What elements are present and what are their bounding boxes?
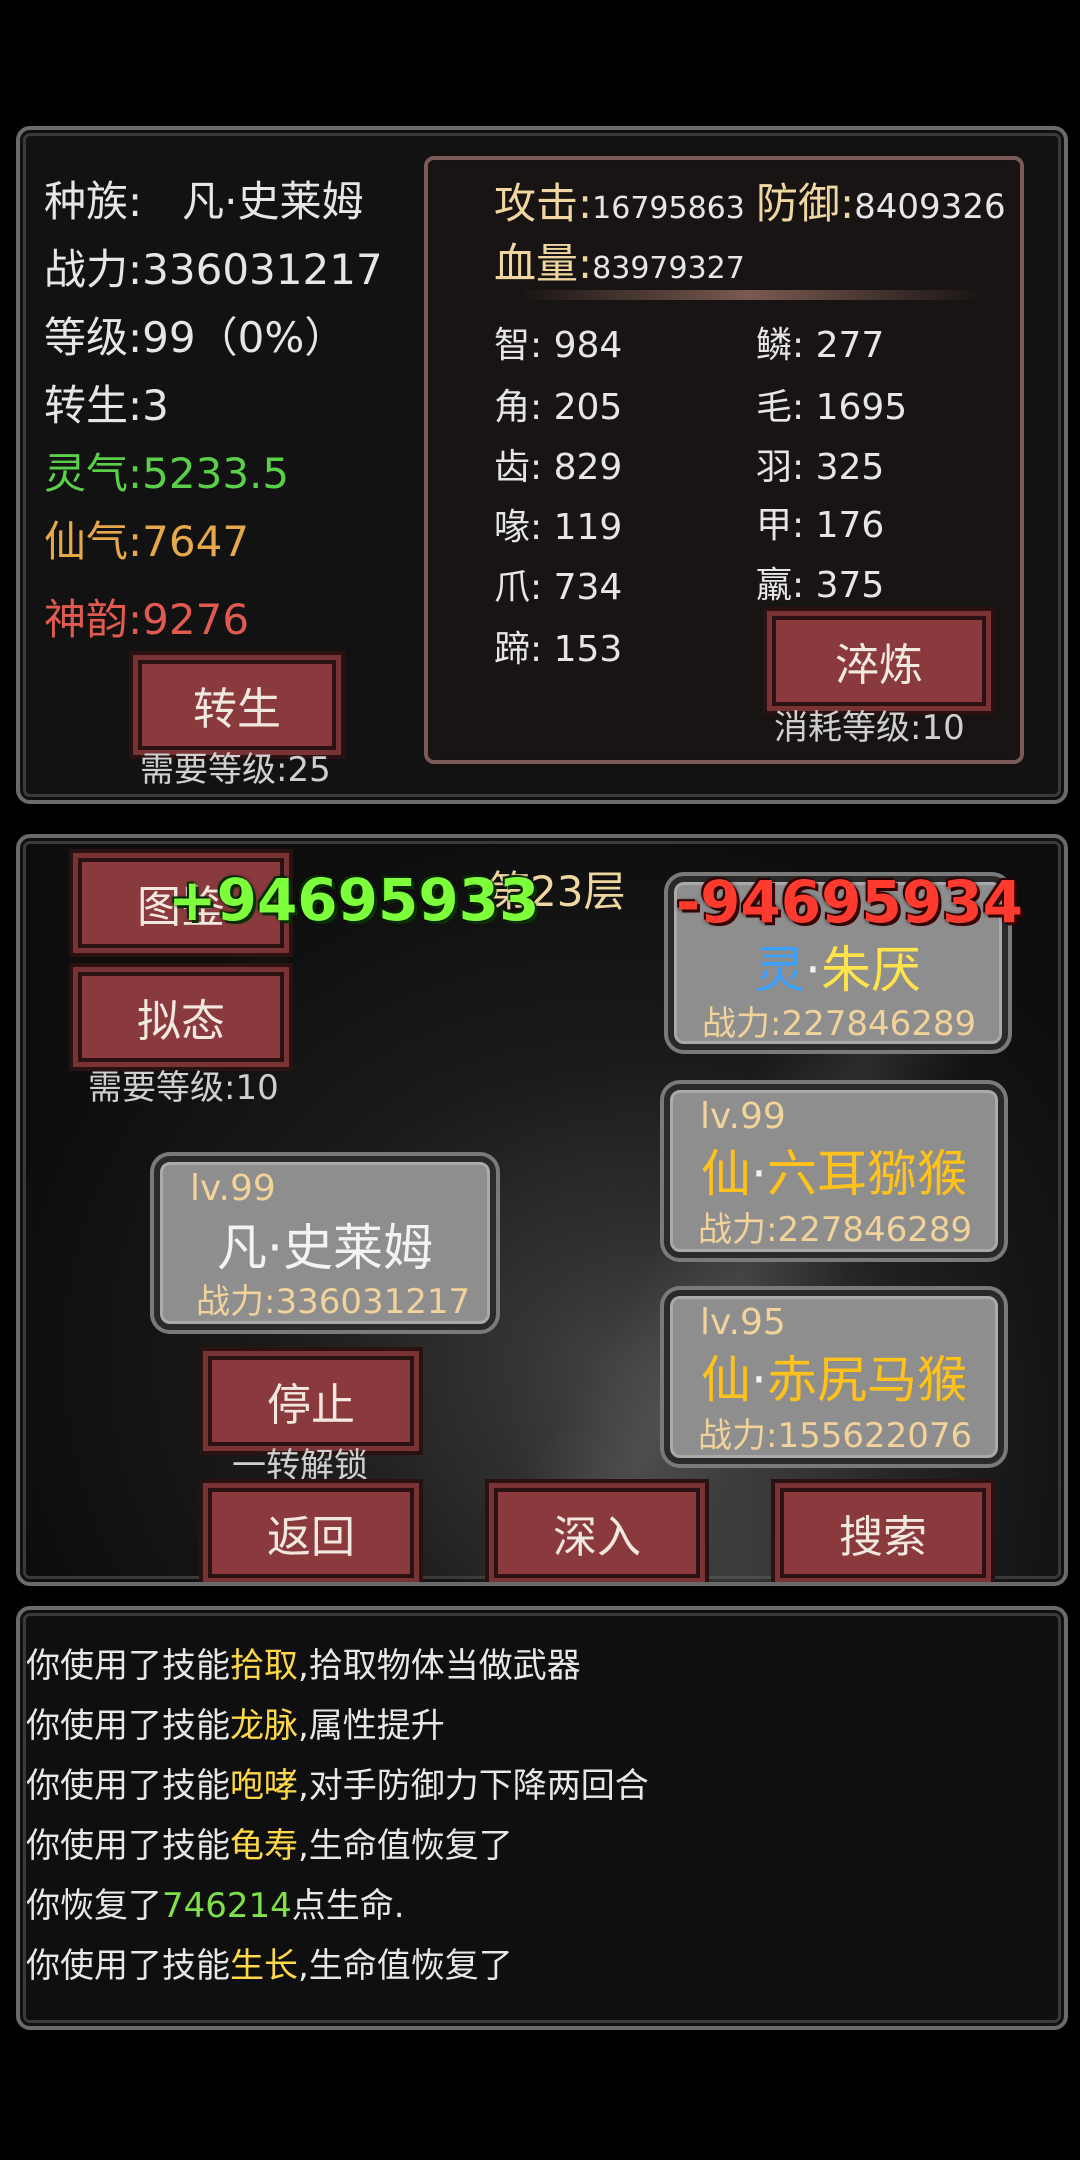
xianqi-stat: 仙气:7647 <box>44 517 250 566</box>
damage-floating-red: -94695934 <box>676 868 1023 936</box>
power-stat: 战力:336031217 <box>44 245 383 294</box>
rebirth-requirement: 需要等级:25 <box>140 750 331 790</box>
defense-value: 8409326 <box>854 187 1006 227</box>
enemy-power-3: 战力:155622076 <box>698 1416 973 1456</box>
log-line: 你使用了技能龙脉,属性提升 <box>26 1706 445 1746</box>
log-line: 你使用了技能生长,生命值恢复了 <box>26 1946 513 1986</box>
attack-stat: 攻击:16795863 <box>494 179 745 228</box>
attr-jiao: 角: 205 <box>494 387 623 428</box>
stop-button[interactable]: 停止 <box>203 1351 419 1451</box>
enemy-name-1: 灵·朱厌 <box>755 941 921 999</box>
attr-luo: 羸: 375 <box>756 565 885 606</box>
attr-lin: 鳞: 277 <box>756 325 885 366</box>
attr-ti: 蹄: 153 <box>494 629 623 670</box>
rebirth-button[interactable]: 转生 <box>133 655 341 755</box>
attr-chi: 齿: 829 <box>494 447 623 488</box>
player-power: 战力:336031217 <box>196 1282 471 1322</box>
player-name: 凡·史莱姆 <box>217 1219 433 1277</box>
attr-zhua: 爪: 734 <box>494 567 623 608</box>
defense-stat: 防御:8409326 <box>756 179 1006 228</box>
search-button[interactable]: 搜索 <box>775 1483 991 1582</box>
attribute-divider <box>520 290 980 300</box>
enemy-card-2[interactable]: lv.99 仙·六耳猕猴 战力:227846289 <box>664 1084 1004 1258</box>
attr-zhi: 智: 984 <box>494 325 623 366</box>
log-line: 你使用了技能龟寿,生命值恢复了 <box>26 1826 513 1866</box>
enemy-power-2: 战力:227846289 <box>698 1210 973 1250</box>
attr-mao: 毛: 1695 <box>756 387 908 428</box>
log-line: 你恢复了746214点生命. <box>26 1886 405 1926</box>
enemy-card-3[interactable]: lv.95 仙·赤尻马猴 战力:155622076 <box>664 1290 1004 1464</box>
race-label: 种族: 凡·史莱姆 <box>44 177 364 226</box>
race-value: 凡·史莱姆 <box>182 177 364 226</box>
refine-cost: 消耗等级:10 <box>774 708 965 748</box>
player-card[interactable]: lv.99 凡·史莱姆 战力:336031217 <box>154 1156 496 1330</box>
battle-log-panel: 你使用了技能拾取,拾取物体当做武器 你使用了技能龙脉,属性提升 你使用了技能咆哮… <box>16 1606 1068 2030</box>
mimic-button[interactable]: 拟态 <box>73 967 289 1067</box>
hp-stat: 血量:83979327 <box>494 239 745 288</box>
back-button[interactable]: 返回 <box>203 1483 419 1582</box>
rebirth-stat: 转生:3 <box>44 381 169 430</box>
lingqi-stat: 灵气:5233.5 <box>44 449 290 498</box>
damage-floating-green: +94695933 <box>168 866 540 934</box>
shenyun-stat: 神韵:9276 <box>44 595 250 644</box>
attr-hui: 喙: 119 <box>494 507 623 548</box>
level-stat: 等级:99（0%） <box>44 313 347 362</box>
log-line: 你使用了技能咆哮,对手防御力下降两回合 <box>26 1766 649 1806</box>
enemy-name-2: 仙·六耳猕猴 <box>701 1145 967 1203</box>
enemy-name-3: 仙·赤尻马猴 <box>701 1351 967 1409</box>
hp-value: 83979327 <box>592 251 745 286</box>
refine-button[interactable]: 淬炼 <box>767 611 991 711</box>
attack-value: 16795863 <box>592 191 745 226</box>
player-level: lv.99 <box>190 1168 276 1209</box>
log-line: 你使用了技能拾取,拾取物体当做武器 <box>26 1646 581 1686</box>
attr-yu: 羽: 325 <box>756 447 885 488</box>
stats-panel: 种族: 凡·史莱姆 战力:336031217 等级:99（0%） 转生:3 灵气:… <box>16 126 1068 804</box>
attr-jia: 甲: 176 <box>756 505 885 546</box>
battle-panel: 第23层 图鉴 +94695933 拟态 需要等级:10 lv.99 凡·史莱姆… <box>16 834 1068 1586</box>
enemy-level-2: lv.99 <box>700 1096 786 1137</box>
enemy-power-1: 战力:227846289 <box>702 1004 977 1044</box>
deeper-button[interactable]: 深入 <box>489 1483 705 1582</box>
mimic-requirement: 需要等级:10 <box>88 1068 279 1108</box>
enemy-level-3: lv.95 <box>700 1302 786 1343</box>
stop-hint: 一转解锁 <box>232 1446 368 1486</box>
